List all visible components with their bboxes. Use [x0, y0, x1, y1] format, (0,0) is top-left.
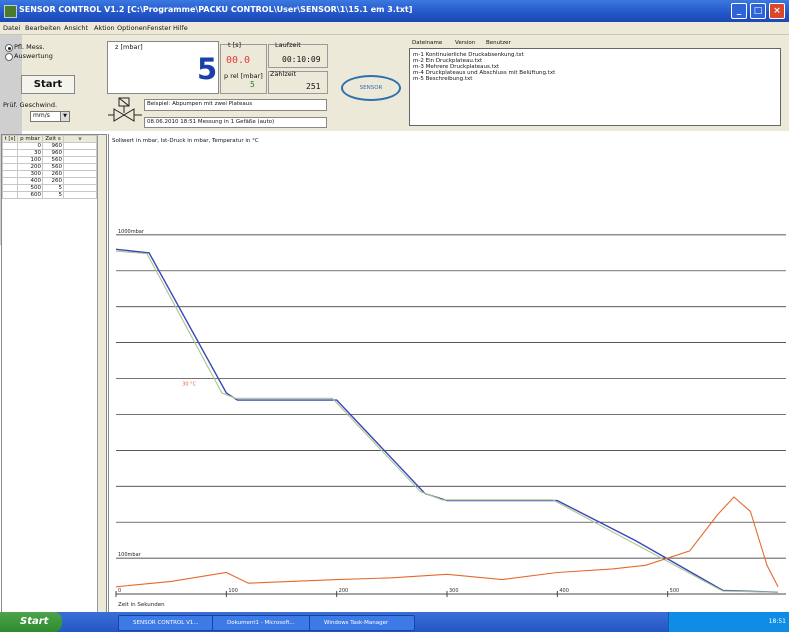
- table-cell[interactable]: 30: [17, 149, 43, 157]
- mode-label-measure: Pfl. Mess.: [14, 43, 45, 51]
- mode-radio-evaluate[interactable]: [5, 53, 13, 61]
- table-cell[interactable]: 260: [42, 170, 64, 178]
- chevron-down-icon[interactable]: ▼: [60, 112, 69, 121]
- main-value-label: z [mbar]: [115, 43, 143, 51]
- ref-label-temp: 30 °C: [182, 382, 196, 388]
- table-row[interactable]: 30 960: [2, 149, 97, 157]
- pressure-chart: 0 100 200 300 400 500 1000mbar 100mbar 30 °C Zeit…: [115, 229, 786, 608]
- table-cell[interactable]: 500: [17, 184, 43, 192]
- menu-bar: Datei Bearbeiten Ansicht Aktion Optionen…: [0, 22, 789, 35]
- table-row[interactable]: 300 260: [2, 170, 97, 178]
- count-label: Zählzeit: [270, 70, 297, 78]
- start-menu-button[interactable]: Start: [0, 612, 62, 632]
- table-header[interactable]: p mbar: [17, 135, 43, 143]
- time-label: t [s]: [228, 41, 242, 49]
- menu-hilfe[interactable]: Hilfe: [173, 24, 188, 32]
- sensor-logo: SENSOR: [341, 75, 401, 101]
- runtime-value: 00:10:09: [282, 55, 321, 64]
- description-line1: Beispiel: Abpumpen mit zwei Plateaus: [144, 99, 327, 111]
- x-tick-label: 100: [228, 588, 238, 594]
- taskbar-item-taskmanager[interactable]: Windows Task-Manager: [309, 615, 415, 631]
- series-line-2: [115, 496, 779, 588]
- runtime-label: Laufzeit: [275, 41, 301, 49]
- ref-label-bottom: 100mbar: [118, 552, 142, 558]
- taskbar-item-word[interactable]: Dokument1 - Microsoft...: [212, 615, 318, 631]
- speed-select-value: mm/s: [33, 112, 50, 119]
- table-header[interactable]: t [s]: [2, 135, 18, 143]
- count-value: 251: [306, 82, 321, 91]
- table-header[interactable]: Zeit s: [42, 135, 64, 143]
- menu-ansicht[interactable]: Ansicht: [64, 24, 88, 32]
- x-tick-label: 500: [670, 588, 680, 594]
- description-line2-text: 08.06.2010 18:51 Messung in 1 Gefäße (au…: [147, 119, 275, 125]
- table-row[interactable]: 0 960: [2, 142, 97, 150]
- main-value: 5: [197, 52, 218, 86]
- program-item[interactable]: m-5 Beschreibung.txt: [410, 76, 780, 82]
- program-list[interactable]: m-1 Kontinuierliche Druckabsenkung.txt m…: [409, 48, 781, 126]
- program-header-version: Version: [455, 40, 476, 46]
- menu-aktion[interactable]: Aktion: [94, 24, 115, 32]
- table-row[interactable]: 100 560: [2, 156, 97, 164]
- menu-bearbeiten[interactable]: Bearbeiten: [25, 24, 61, 32]
- mode-radio-measure[interactable]: [5, 44, 13, 52]
- table-row[interactable]: 600 5: [2, 191, 97, 199]
- table-row[interactable]: 400 260: [2, 177, 97, 185]
- speed-label: Prüf. Geschwind.: [3, 101, 58, 109]
- description-line1-text: Beispiel: Abpumpen mit zwei Plateaus: [147, 101, 253, 107]
- table-header[interactable]: v: [63, 135, 97, 143]
- table-cell[interactable]: 200: [17, 163, 43, 171]
- table-cell[interactable]: 0: [17, 142, 43, 150]
- ref-label-top: 1000mbar: [118, 229, 145, 235]
- x-tick-label: 0: [118, 588, 121, 594]
- taskbar-item-sensor[interactable]: SENSOR CONTROL V1...: [118, 615, 220, 631]
- series-line-1: [115, 250, 779, 593]
- valve-icon: [108, 97, 142, 122]
- table-cell[interactable]: 5: [42, 191, 64, 199]
- window-title: SENSOR CONTROL V1.2 [C:\Programme\PACKU …: [19, 5, 413, 14]
- table-cell[interactable]: 300: [17, 170, 43, 178]
- time-value: 00.0: [226, 55, 251, 66]
- description-line2: 08.06.2010 18:51 Messung in 1 Gefäße (au…: [144, 117, 327, 128]
- menu-fenster[interactable]: Fenster: [147, 24, 171, 32]
- taskbar: Start SENSOR CONTROL V1... Dokument1 - M…: [0, 612, 789, 632]
- table-row[interactable]: 200 560: [2, 163, 97, 171]
- table-cell[interactable]: 560: [42, 163, 64, 171]
- table-row[interactable]: 500 5: [2, 184, 97, 192]
- series-line-0: [115, 248, 779, 593]
- speed-select[interactable]: mm/s ▼: [30, 111, 70, 122]
- app-icon: [4, 5, 17, 18]
- system-tray: 18:51: [668, 612, 789, 632]
- menu-optionen[interactable]: Optionen: [117, 24, 147, 32]
- x-tick-label: 200: [339, 588, 349, 594]
- maximize-button[interactable]: □: [750, 3, 766, 19]
- title-bar: SENSOR CONTROL V1.2 [C:\Programme\PACKU …: [0, 0, 789, 22]
- mode-label-evaluate: Auswertung: [14, 52, 53, 60]
- pressure-label: p rel [mbar]: [224, 72, 263, 80]
- table-scrollbar[interactable]: [97, 135, 106, 612]
- table-cell[interactable]: 260: [42, 177, 64, 185]
- program-header-name: Dateiname: [412, 40, 443, 46]
- table-cell[interactable]: 600: [17, 191, 43, 199]
- x-tick-label: 300: [449, 588, 459, 594]
- table-cell[interactable]: 960: [42, 142, 64, 150]
- x-tick-label: 400: [559, 588, 569, 594]
- program-header-user: Benutzer: [486, 40, 511, 46]
- minimize-button[interactable]: _: [731, 3, 747, 19]
- time-group: [220, 44, 267, 94]
- setpoint-table[interactable]: t [s] p mbar Zeit s v 0 960 30 960 100 560 …: [1, 134, 107, 613]
- table-cell[interactable]: 560: [42, 156, 64, 164]
- menu-datei[interactable]: Datei: [3, 24, 20, 32]
- table-cell[interactable]: 100: [17, 156, 43, 164]
- table-cell[interactable]: 5: [42, 184, 64, 192]
- pressure-value: 5: [250, 80, 255, 89]
- clock: 18:51: [768, 618, 786, 625]
- table-cell[interactable]: 400: [17, 177, 43, 185]
- x-axis-label: Zeit in Sekunden: [118, 602, 165, 608]
- table-cell[interactable]: 960: [42, 149, 64, 157]
- close-button[interactable]: ×: [769, 3, 785, 19]
- start-button[interactable]: Start: [21, 75, 75, 94]
